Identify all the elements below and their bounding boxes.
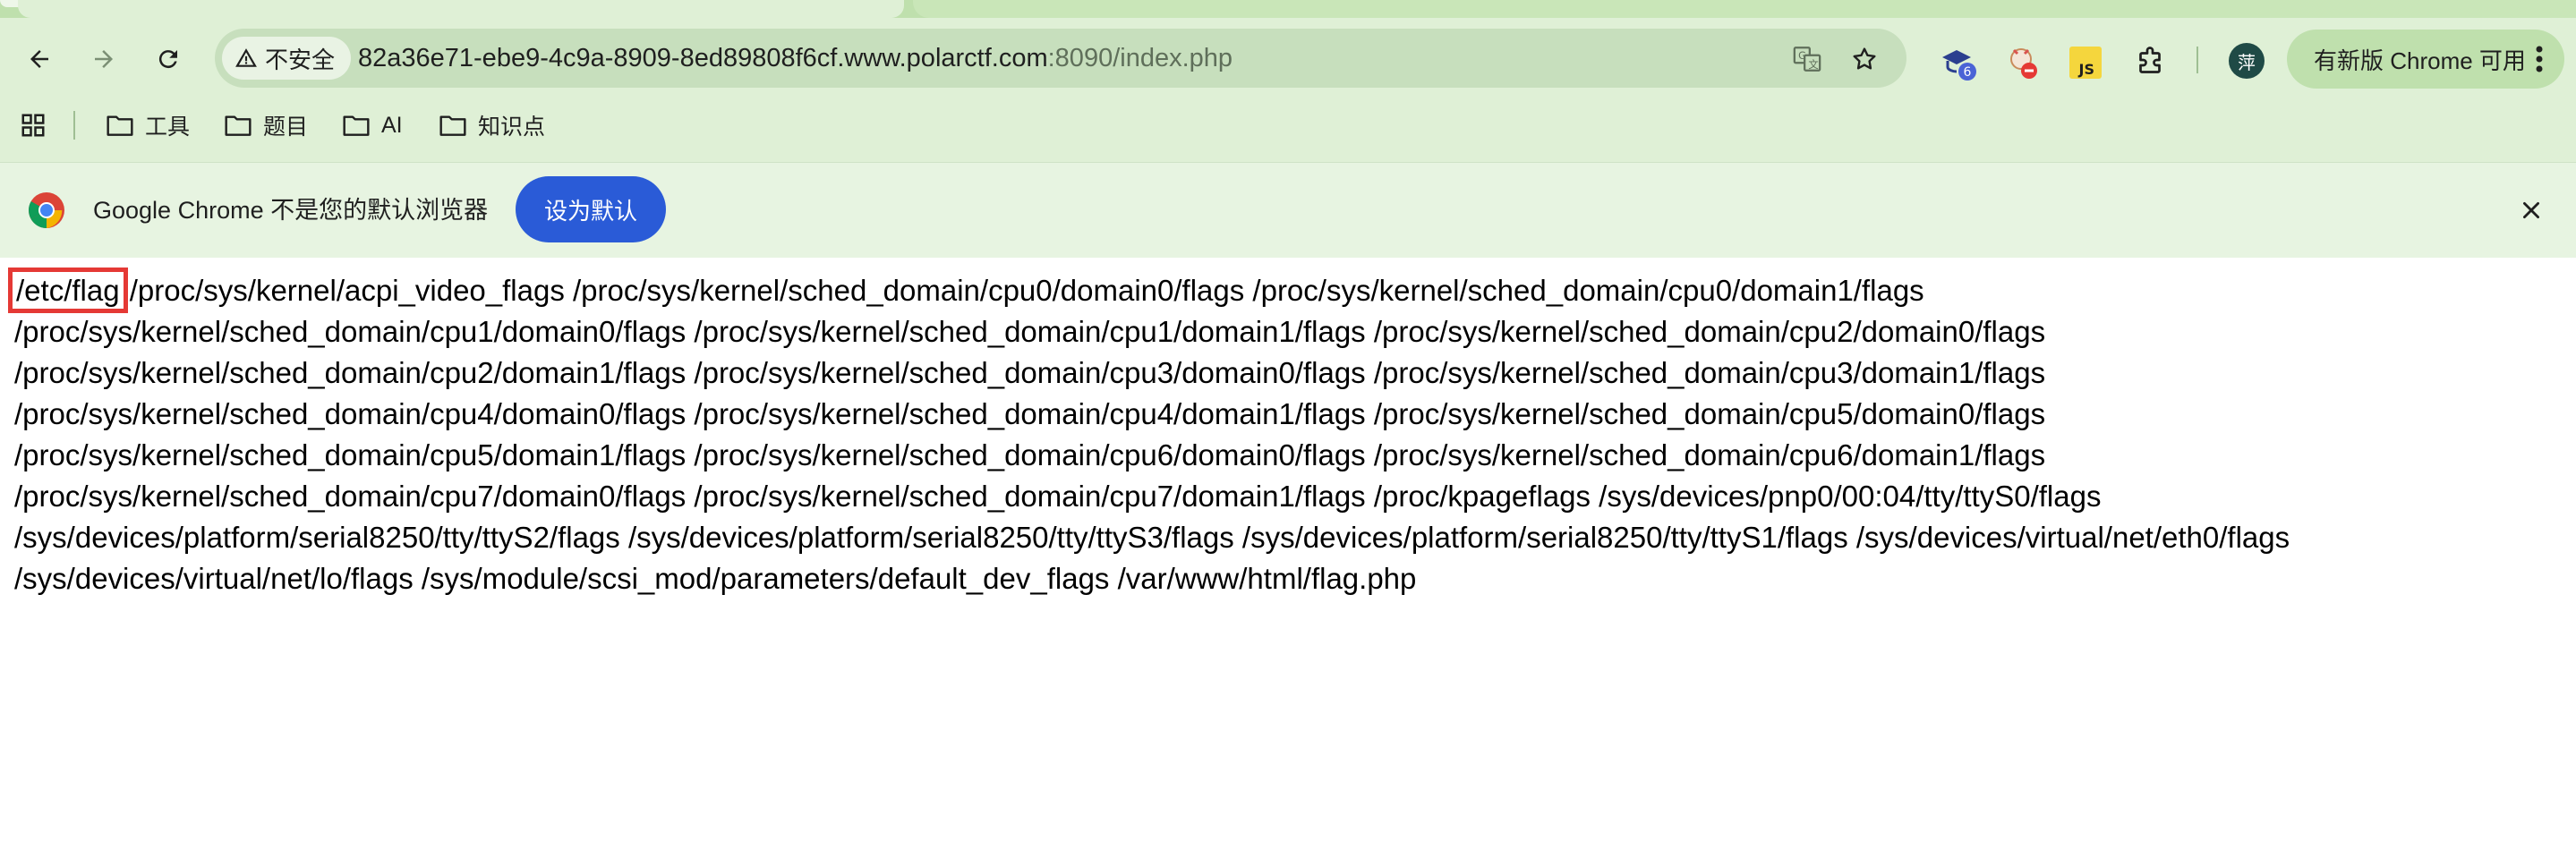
- extension-js[interactable]: JS: [2066, 43, 2105, 82]
- url-path: :8090/index.php: [1047, 44, 1233, 72]
- puzzle-icon: [2139, 47, 2161, 73]
- bookmark-folder-knowledge[interactable]: 知识点: [439, 107, 545, 143]
- bookmark-label: 题目: [263, 115, 309, 140]
- extension-badge: 6: [1964, 65, 1972, 80]
- svg-text:文: 文: [1808, 58, 1818, 71]
- extension-graduation[interactable]: 6: [1939, 43, 1978, 82]
- output-line: /sys/devices/platform/serial8250/tty/tty…: [14, 521, 2290, 554]
- warning-icon: [235, 48, 257, 67]
- default-browser-infobar: Google Chrome 不是您的默认浏览器 设为默认: [0, 162, 2576, 258]
- bookmark-label: 工具: [145, 115, 191, 140]
- url-text[interactable]: 82a36e71-ebe9-4c9a-8909-8ed89808f6cf.www…: [358, 29, 1233, 88]
- folder-icon: [107, 115, 133, 136]
- output-line: /proc/sys/kernel/sched_domain/cpu4/domai…: [14, 397, 2046, 430]
- output-line: /etc/flag /proc/sys/kernel/acpi_video_fl…: [8, 268, 2556, 313]
- update-label: 有新版 Chrome 可用: [2314, 47, 2526, 74]
- output-line: /sys/devices/virtual/net/lo/flags /sys/m…: [14, 562, 1417, 595]
- chrome-logo-icon: [29, 192, 64, 228]
- arrow-right-icon: [95, 50, 113, 68]
- reload-button[interactable]: [149, 39, 188, 79]
- set-default-button[interactable]: 设为默认: [516, 176, 666, 242]
- browser-frame: 不安全 82a36e71-ebe9-4c9a-8909-8ed89808f6cf…: [0, 0, 2576, 162]
- highlighted-path: /etc/flag: [8, 268, 128, 313]
- javascript-icon: JS: [2069, 47, 2102, 79]
- bookmark-folder-ai[interactable]: AI: [342, 107, 403, 143]
- arrow-left-icon: [30, 50, 48, 68]
- apps-grid-icon: [21, 114, 45, 137]
- output-line: /proc/sys/kernel/sched_domain/cpu5/domai…: [14, 438, 2046, 471]
- svg-text:G: G: [1798, 49, 1806, 62]
- bookmark-folder-tools[interactable]: 工具: [106, 107, 190, 143]
- extension-blocked[interactable]: [2003, 43, 2043, 82]
- reload-icon: [158, 50, 177, 69]
- extensions-menu-button[interactable]: [2130, 43, 2170, 82]
- star-icon: [1853, 47, 1876, 70]
- svg-text:JS: JS: [2078, 61, 2094, 78]
- tab-inactive[interactable]: [913, 0, 2576, 18]
- tab-strip: [0, 0, 2576, 18]
- page-output: /etc/flag /proc/sys/kernel/acpi_video_fl…: [8, 268, 2556, 599]
- toolbar-divider: [2196, 47, 2198, 73]
- close-icon: [2523, 202, 2539, 218]
- bookmark-label: 知识点: [478, 115, 546, 140]
- url-host: 82a36e71-ebe9-4c9a-8909-8ed89808f6cf.www…: [358, 44, 1048, 72]
- bookmarks-bar: 工具 题目 AI 知识点: [0, 98, 2576, 152]
- bookmark-folder-problems[interactable]: 题目: [224, 107, 308, 143]
- forward-button[interactable]: [84, 39, 124, 79]
- bookmark-label: AI: [381, 112, 403, 138]
- output-line: /proc/sys/kernel/sched_domain/cpu1/domai…: [14, 315, 2046, 348]
- translate-button[interactable]: G文: [1792, 44, 1822, 74]
- toolbar: 不安全 82a36e71-ebe9-4c9a-8909-8ed89808f6cf…: [0, 27, 2576, 91]
- profile-avatar[interactable]: 萍: [2229, 43, 2265, 79]
- infobar-close-button[interactable]: [2513, 192, 2549, 228]
- security-label: 不安全: [265, 46, 336, 73]
- output-line: /proc/sys/kernel/sched_domain/cpu2/domai…: [14, 356, 2046, 389]
- folder-icon: [225, 115, 252, 136]
- folder-icon: [439, 115, 466, 136]
- folder-icon: [343, 115, 370, 136]
- tab-active[interactable]: [18, 0, 904, 18]
- infobar-message: Google Chrome 不是您的默认浏览器: [93, 197, 489, 224]
- apps-button[interactable]: [20, 107, 47, 143]
- bookmarks-divider: [73, 111, 75, 140]
- output-line: /proc/sys/kernel/sched_domain/cpu7/domai…: [14, 480, 2102, 513]
- translate-icon: G文: [1793, 47, 1821, 72]
- output-line-text: /proc/sys/kernel/acpi_video_flags /proc/…: [121, 274, 1924, 307]
- address-bar[interactable]: 不安全 82a36e71-ebe9-4c9a-8909-8ed89808f6cf…: [215, 29, 1906, 88]
- bookmark-star-button[interactable]: [1849, 44, 1880, 74]
- blocked-extension-icon: [2010, 48, 2037, 79]
- security-chip[interactable]: 不安全: [222, 37, 352, 80]
- back-button[interactable]: [20, 39, 59, 79]
- graduation-cap-icon: 6: [1942, 50, 1976, 81]
- update-chrome-button[interactable]: 有新版 Chrome 可用: [2287, 30, 2564, 89]
- more-menu-icon[interactable]: [2534, 42, 2545, 82]
